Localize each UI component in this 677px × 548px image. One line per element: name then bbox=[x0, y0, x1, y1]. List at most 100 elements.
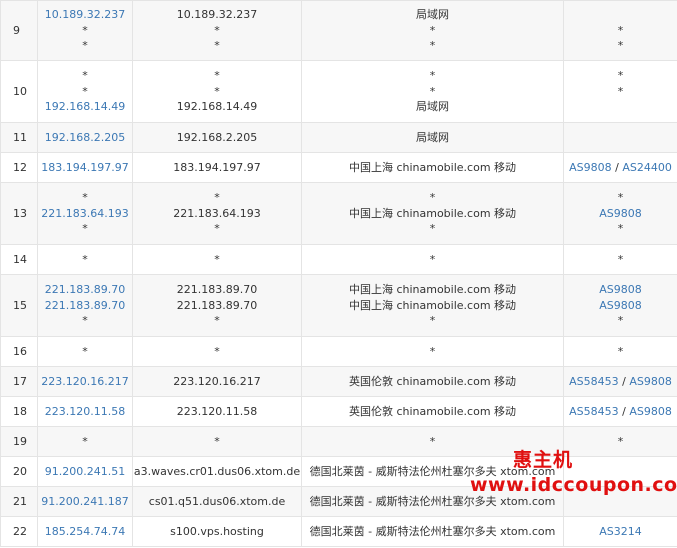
location-cell: 局域网 bbox=[301, 122, 564, 153]
asn-text: * bbox=[617, 434, 624, 448]
hop-number: 18 bbox=[0, 396, 38, 427]
asn-separator: / bbox=[618, 404, 630, 418]
ip-cell: 185.254.74.74 bbox=[37, 516, 133, 547]
ip-cell: 10.189.32.237 * * bbox=[37, 0, 133, 61]
hostname-cell: * bbox=[132, 336, 302, 367]
hostname-text: s100.vps.hosting bbox=[170, 524, 264, 538]
asn-link[interactable]: AS9808 bbox=[599, 283, 642, 296]
hostname-text: 223.120.11.58 bbox=[176, 404, 258, 418]
location-text: 德国北莱茵 - 威斯特法伦州杜塞尔多夫 xtom.com bbox=[309, 494, 556, 508]
hop-row: 14 * * * * bbox=[0, 244, 677, 275]
hop-number: 20 bbox=[0, 456, 38, 487]
hop-number: 19 bbox=[0, 426, 38, 457]
hostname-cell: a3.waves.cr01.dus06.xtom.de bbox=[132, 456, 302, 487]
location-cell: * * 局域网 bbox=[301, 60, 564, 123]
asn-link[interactable]: AS9808 bbox=[569, 161, 612, 174]
asn-cell bbox=[563, 456, 677, 487]
asn-cell bbox=[563, 122, 677, 153]
asn-text: * bbox=[617, 69, 624, 83]
location-text: * bbox=[429, 344, 436, 358]
ip-link[interactable]: 183.194.197.97 bbox=[38, 160, 132, 176]
hostname-text: 192.168.14.49 bbox=[176, 100, 258, 114]
asn-text: * bbox=[617, 191, 624, 205]
asn-link[interactable]: AS24400 bbox=[622, 161, 672, 174]
asn-text: * bbox=[617, 344, 624, 358]
traceroute-table-body: 9 10.189.32.237 * * 10.189.32.237 * * 局域网 * * * * 1… bbox=[0, 0, 677, 547]
hop-row: 15 221.183.89.70 221.183.89.70 * 221.183.89.… bbox=[0, 274, 677, 337]
hostname-text: 221.183.89.70 bbox=[176, 298, 258, 312]
ip-link[interactable]: 91.200.241.51 bbox=[38, 464, 132, 480]
ip-link[interactable]: 221.183.89.70 bbox=[38, 282, 132, 298]
asn-line: * bbox=[564, 434, 677, 450]
asn-link[interactable]: AS58453 bbox=[569, 375, 619, 388]
asn-cell: * bbox=[563, 426, 677, 457]
asn-line: AS9808 bbox=[564, 298, 677, 314]
ip-cell: 192.168.2.205 bbox=[37, 122, 133, 153]
location-text: * bbox=[429, 222, 436, 236]
hop-row: 22 185.254.74.74 s100.vps.hosting 德国北莱茵 - 威… bbox=[0, 516, 677, 547]
location-cell: 德国北莱茵 - 威斯特法伦州杜塞尔多夫 xtom.com bbox=[301, 456, 564, 487]
hostname-text: 192.168.2.205 bbox=[176, 130, 258, 144]
ip-cell: 223.120.16.217 bbox=[37, 366, 133, 397]
ip-text: * bbox=[82, 191, 88, 205]
asn-text: * bbox=[617, 84, 624, 98]
hop-number: 12 bbox=[0, 152, 38, 183]
location-text: * bbox=[429, 84, 436, 98]
location-cell: * 中国上海 chinamobile.com 移动 * bbox=[301, 182, 564, 245]
asn-link[interactable]: AS58453 bbox=[569, 405, 619, 418]
hop-row: 21 91.200.241.187 cs01.q51.dus06.xtom.de 德国… bbox=[0, 486, 677, 517]
asn-link[interactable]: AS9808 bbox=[599, 299, 642, 312]
hostname-cell: 192.168.2.205 bbox=[132, 122, 302, 153]
hostname-cell: * * 192.168.14.49 bbox=[132, 60, 302, 123]
asn-link[interactable]: AS3214 bbox=[599, 525, 642, 538]
hostname-cell: cs01.q51.dus06.xtom.de bbox=[132, 486, 302, 517]
asn-link[interactable]: AS9808 bbox=[629, 375, 672, 388]
ip-cell: * * 192.168.14.49 bbox=[37, 60, 133, 123]
hostname-cell: s100.vps.hosting bbox=[132, 516, 302, 547]
location-text: 局域网 bbox=[416, 100, 449, 114]
hostname-cell: 223.120.16.217 bbox=[132, 366, 302, 397]
hostname-text: * bbox=[214, 69, 220, 83]
asn-link[interactable]: AS9808 bbox=[629, 405, 672, 418]
location-cell: 德国北莱茵 - 威斯特法伦州杜塞尔多夫 xtom.com bbox=[301, 486, 564, 517]
ip-link[interactable]: 192.168.14.49 bbox=[38, 99, 132, 115]
hop-row: 17 223.120.16.217 223.120.16.217 英国伦敦 china… bbox=[0, 366, 677, 397]
hostname-text: * bbox=[214, 434, 220, 448]
ip-text: * bbox=[82, 222, 88, 236]
location-text: * bbox=[429, 69, 436, 83]
hop-number: 9 bbox=[0, 0, 38, 61]
hostname-cell: * bbox=[132, 244, 302, 275]
asn-cell: AS58453 / AS9808 bbox=[563, 366, 677, 397]
hop-row: 12 183.194.197.97 183.194.197.97 中国上海 china… bbox=[0, 152, 677, 183]
location-cell: * bbox=[301, 336, 564, 367]
ip-link[interactable]: 192.168.2.205 bbox=[38, 130, 132, 146]
asn-line: AS58453 / AS9808 bbox=[564, 404, 677, 420]
location-text: * bbox=[429, 314, 436, 328]
asn-text: * bbox=[617, 252, 624, 266]
ip-text: * bbox=[82, 23, 88, 37]
ip-link[interactable]: 223.120.11.58 bbox=[38, 404, 132, 420]
hostname-text: * bbox=[214, 39, 220, 53]
location-cell: 中国上海 chinamobile.com 移动 中国上海 chinamobile.… bbox=[301, 274, 564, 337]
location-cell: 英国伦敦 chinamobile.com 移动 bbox=[301, 366, 564, 397]
ip-link[interactable]: 185.254.74.74 bbox=[38, 524, 132, 540]
asn-line: AS9808 bbox=[564, 282, 677, 298]
asn-link[interactable]: AS9808 bbox=[599, 207, 642, 220]
ip-link[interactable]: 223.120.16.217 bbox=[38, 374, 132, 390]
ip-link[interactable]: 10.189.32.237 bbox=[38, 7, 132, 23]
asn-text: * bbox=[617, 314, 624, 328]
hostname-cell: 223.120.11.58 bbox=[132, 396, 302, 427]
hostname-text: * bbox=[214, 314, 220, 328]
ip-link[interactable]: 91.200.241.187 bbox=[38, 494, 132, 510]
traceroute-table: 9 10.189.32.237 * * 10.189.32.237 * * 局域网 * * * * 1… bbox=[0, 0, 677, 547]
hostname-text: a3.waves.cr01.dus06.xtom.de bbox=[133, 464, 301, 478]
asn-text: * bbox=[617, 23, 624, 37]
hostname-text: 221.183.89.70 bbox=[176, 283, 258, 297]
asn-cell: AS58453 / AS9808 bbox=[563, 396, 677, 427]
hostname-text: * bbox=[214, 23, 220, 37]
asn-text: * bbox=[617, 39, 624, 53]
hop-row: 11 192.168.2.205 192.168.2.205 局域网 bbox=[0, 122, 677, 153]
ip-link[interactable]: 221.183.89.70 bbox=[38, 298, 132, 314]
hop-row: 16 * * * * bbox=[0, 336, 677, 367]
ip-link[interactable]: 221.183.64.193 bbox=[38, 206, 132, 222]
